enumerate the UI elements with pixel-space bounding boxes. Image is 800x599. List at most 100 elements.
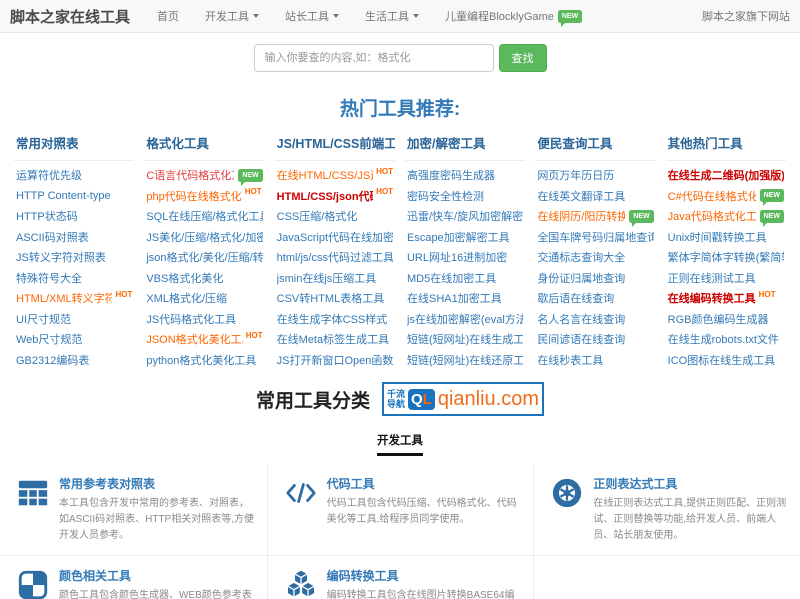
tool-link[interactable]: UI尺寸规范: [14, 309, 134, 330]
category-title[interactable]: 颜色相关工具: [59, 567, 255, 584]
tool-link-label: 交通标志查询大全: [537, 249, 625, 265]
tool-link[interactable]: Escape加密解密工具: [405, 227, 525, 248]
tool-link[interactable]: 密码安全性检测: [405, 186, 525, 207]
category-desc: 在线正则表达式工具,提供正则匹配、正则测试、正则替换等功能,给开发人员、前端人员…: [593, 496, 788, 544]
tool-link[interactable]: python格式化美化工具: [144, 350, 264, 371]
tool-link[interactable]: VBS格式化美化: [144, 268, 264, 289]
tool-link[interactable]: 在线Meta标签生成工具: [275, 329, 395, 350]
tool-link[interactable]: 民间谚语在线查询: [535, 329, 655, 350]
tool-link[interactable]: 在线英文翻译工具: [535, 186, 655, 207]
search-button[interactable]: 查找: [499, 44, 547, 72]
search-input[interactable]: [254, 44, 494, 72]
tool-link-label: 在线生成robots.txt文件: [668, 331, 779, 347]
new-badge: NEW: [238, 169, 262, 182]
category-card-empty: [533, 555, 800, 599]
navbar-item-dev-tools[interactable]: 开发工具: [192, 8, 272, 24]
tool-link[interactable]: 正则在线测试工具: [666, 268, 786, 289]
tool-link[interactable]: HTML/XML转义字符HOT: [14, 288, 134, 309]
tool-link[interactable]: 短链(短网址)在线还原工: [405, 350, 525, 371]
tool-link[interactable]: RGB颜色编码生成器: [666, 309, 786, 330]
tool-link[interactable]: php代码在线格式化HOT: [144, 186, 264, 207]
tool-link-label: 高强度密码生成器: [407, 167, 495, 183]
navbar-item-label: 开发工具: [205, 8, 249, 24]
tool-link[interactable]: Unix时间戳转换工具: [666, 227, 786, 248]
tool-link[interactable]: 在线生成二维码(加强版): [666, 165, 786, 186]
tool-link[interactable]: 特殊符号大全: [14, 268, 134, 289]
tool-link[interactable]: JS美化/压缩/格式化/加密: [144, 227, 264, 248]
tool-link[interactable]: js在线加密解密(eval方法): [405, 309, 525, 330]
tool-link[interactable]: JavaScript代码在线加密: [275, 227, 395, 248]
tool-link[interactable]: URL网址16进制加密: [405, 247, 525, 268]
tool-link[interactable]: Web尺寸规范: [14, 329, 134, 350]
category-title[interactable]: 正则表达式工具: [593, 475, 788, 492]
navbar-item-home[interactable]: 首页: [144, 8, 192, 24]
chevron-down-icon: [413, 14, 419, 18]
tool-link[interactable]: CSV转HTML表格工具: [275, 288, 395, 309]
hot-tag: HOT: [245, 187, 262, 196]
tool-link[interactable]: GB2312编码表: [14, 350, 134, 371]
tool-link[interactable]: 网页万年历日历: [535, 165, 655, 186]
tool-link[interactable]: 繁体字简体字转换(繁简转: [666, 247, 786, 268]
tool-link[interactable]: 在线生成robots.txt文件: [666, 329, 786, 350]
tool-link[interactable]: 在线SHA1加密工具: [405, 288, 525, 309]
tool-link[interactable]: 在线生成字体CSS样式: [275, 309, 395, 330]
tool-link[interactable]: 全国车牌号码归属地查询: [535, 227, 655, 248]
tool-link[interactable]: HTTP Content-type: [14, 186, 134, 207]
tool-link[interactable]: HTTP状态码: [14, 206, 134, 227]
hot-tag: HOT: [759, 290, 776, 299]
category-title[interactable]: 代码工具: [327, 475, 522, 492]
tool-link[interactable]: 名人名言在线查询: [535, 309, 655, 330]
tool-link[interactable]: 在线阴历/阳历转换工NEW: [535, 206, 655, 227]
tool-link[interactable]: json格式化/美化/压缩/转: [144, 247, 264, 268]
tool-link[interactable]: JS转义字符对照表: [14, 247, 134, 268]
site-brand[interactable]: 脚本之家在线工具: [10, 6, 130, 27]
tool-link[interactable]: 迅雷/快车/旋风加密解密: [405, 206, 525, 227]
tool-link-label: 民间谚语在线查询: [537, 331, 625, 347]
tool-link[interactable]: 在线秒表工具: [535, 350, 655, 371]
tool-link[interactable]: jsmin在线js压缩工具: [275, 268, 395, 289]
tool-link-label: C语言代码格式化工: [146, 167, 234, 183]
category-title[interactable]: 常用参考表对照表: [59, 475, 255, 492]
tool-link[interactable]: XML格式化/压缩: [144, 288, 264, 309]
tool-link[interactable]: HTML/CSS/json代码HOT: [275, 186, 395, 207]
navbar-item-life-tools[interactable]: 生活工具: [352, 8, 432, 24]
tool-link[interactable]: 在线HTML/CSS/JS运HOT: [275, 165, 395, 186]
ad-logo-l: L: [423, 391, 432, 408]
navbar-item-webmaster-tools[interactable]: 站长工具: [272, 8, 352, 24]
navbar-item-blockly-game[interactable]: 儿童编程BlocklyGameNEW: [432, 8, 595, 24]
navbar-menu: 首页开发工具 站长工具 生活工具儿童编程BlocklyGameNEW: [144, 8, 595, 24]
tool-link-label: 在线秒表工具: [537, 352, 603, 368]
tool-link[interactable]: C#代码在线格式化工NEW: [666, 186, 786, 207]
tool-link[interactable]: ICO图标在线生成工具: [666, 350, 786, 371]
tool-link[interactable]: 在线编码转换工具HOT: [666, 288, 786, 309]
tool-link[interactable]: JS代码格式化工具: [144, 309, 264, 330]
tool-link[interactable]: 短链(短网址)在线生成工: [405, 329, 525, 350]
navbar-family-sites-link[interactable]: 脚本之家旗下网站: [702, 8, 790, 24]
qianliu-ad-banner[interactable]: 千流 导航 QL qianliu.com: [382, 382, 544, 416]
tool-link-label: jsmin在线js压缩工具: [277, 270, 377, 286]
tool-link[interactable]: 交通标志查询大全: [535, 247, 655, 268]
tool-link[interactable]: JSON格式化美化工具HOT: [144, 329, 264, 350]
tool-link[interactable]: CSS压缩/格式化: [275, 206, 395, 227]
tab-dev-tools[interactable]: 开发工具: [377, 432, 423, 456]
tool-link-label: 在线生成字体CSS样式: [277, 311, 388, 327]
tool-link[interactable]: 歇后语在线查询: [535, 288, 655, 309]
tool-link-label: 网页万年历日历: [537, 167, 614, 183]
hot-tag: HOT: [246, 331, 263, 340]
category-title[interactable]: 编码转换工具: [327, 567, 522, 584]
tool-link[interactable]: html/js/css代码过滤工具: [275, 247, 395, 268]
tool-link[interactable]: 高强度密码生成器: [405, 165, 525, 186]
tool-link[interactable]: JS打开新窗口Open函数: [275, 350, 395, 371]
new-badge: NEW: [760, 210, 784, 223]
tool-link[interactable]: C语言代码格式化工 NEW: [144, 165, 264, 186]
tool-link[interactable]: Java代码格式化工具NEW: [666, 206, 786, 227]
tool-link[interactable]: MD5在线加密工具: [405, 268, 525, 289]
tool-link[interactable]: SQL在线压缩/格式化工具: [144, 206, 264, 227]
column-header: JS/HTML/CSS前端工: [275, 123, 395, 161]
navbar-item-label: 站长工具: [285, 8, 329, 24]
navbar: 脚本之家在线工具 首页开发工具 站长工具 生活工具儿童编程BlocklyGameNE…: [0, 0, 800, 33]
tool-link[interactable]: 身份证归属地查询: [535, 268, 655, 289]
tool-link[interactable]: ASCII码对照表: [14, 227, 134, 248]
category-section-title: 常用工具分类: [256, 386, 370, 413]
tool-link[interactable]: 运算符优先级: [14, 165, 134, 186]
